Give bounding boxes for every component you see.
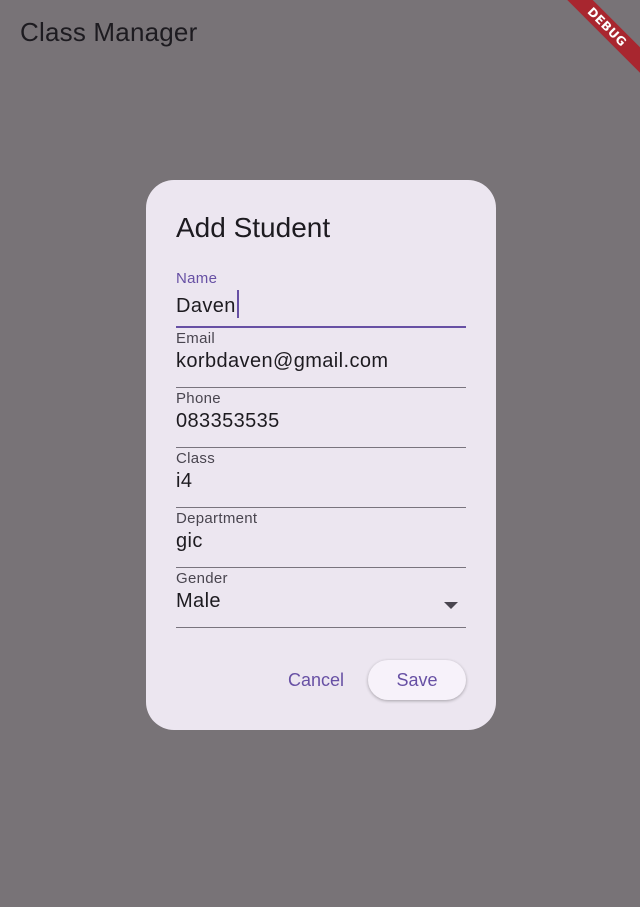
save-button[interactable]: Save	[368, 660, 466, 700]
add-student-dialog: Add Student Name Daven Email korbdaven@g…	[146, 180, 496, 730]
class-field-value: i4	[176, 470, 193, 492]
cancel-button[interactable]: Cancel	[278, 660, 354, 700]
phone-field-underline	[176, 447, 466, 448]
debug-banner: DEBUG	[520, 0, 640, 120]
phone-field-value: 083353535	[176, 410, 280, 432]
name-field[interactable]: Name Daven	[176, 270, 466, 328]
text-cursor	[236, 290, 239, 318]
name-field-value-wrap: Daven	[176, 290, 239, 318]
gender-dropdown[interactable]: Gender Male	[176, 570, 466, 628]
email-field-underline	[176, 387, 466, 388]
class-field[interactable]: Class i4	[176, 450, 466, 508]
email-field-value: korbdaven@gmail.com	[176, 350, 389, 372]
name-field-underline	[176, 326, 466, 328]
email-field-label: Email	[176, 330, 216, 347]
arrow-drop-down-icon[interactable]	[444, 602, 458, 609]
class-field-underline	[176, 507, 466, 508]
department-field-underline	[176, 567, 466, 568]
name-field-value: Daven	[176, 295, 236, 317]
class-field-label: Class	[176, 450, 216, 467]
phone-field-label: Phone	[176, 390, 221, 407]
department-field-label: Department	[176, 510, 258, 527]
department-field[interactable]: Department gic	[176, 510, 466, 568]
gender-dropdown-underline	[176, 627, 466, 628]
gender-dropdown-label: Gender	[176, 570, 228, 587]
department-field-value: gic	[176, 530, 203, 552]
dialog-title: Add Student	[176, 212, 331, 243]
name-field-label: Name	[176, 270, 218, 287]
app-title: Class Manager	[20, 17, 198, 47]
phone-field[interactable]: Phone 083353535	[176, 390, 466, 448]
email-field[interactable]: Email korbdaven@gmail.com	[176, 330, 466, 388]
debug-label: DEBUG	[547, 0, 640, 87]
gender-dropdown-value: Male	[176, 590, 221, 612]
